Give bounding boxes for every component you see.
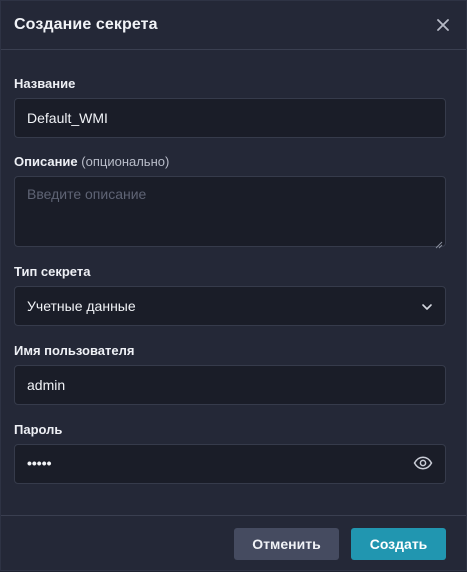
name-input[interactable]: Default_WMI	[14, 98, 446, 138]
password-masked-value: •••••	[27, 454, 52, 471]
username-input-value: admin	[27, 377, 66, 393]
dialog-footer: Отменить Создать	[1, 515, 466, 572]
username-label: Имя пользователя	[14, 343, 135, 358]
chevron-down-icon	[421, 298, 433, 314]
name-label: Название	[14, 76, 76, 91]
secret-type-value: Учетные данные	[27, 298, 136, 314]
secret-type-select[interactable]: Учетные данные	[14, 286, 446, 326]
description-textarea[interactable]: Введите описание	[14, 176, 446, 249]
description-placeholder: Введите описание	[27, 186, 147, 202]
create-secret-dialog: Создание секрета Название Default_WMI Оп…	[0, 0, 467, 571]
dialog-title: Создание секрета	[14, 16, 158, 33]
create-button[interactable]: Создать	[351, 528, 446, 560]
name-input-value: Default_WMI	[27, 110, 108, 126]
description-optional-hint: (опционально)	[81, 154, 170, 169]
dialog-header: Создание секрета	[1, 1, 466, 50]
password-input[interactable]: •••••	[14, 444, 446, 484]
password-label: Пароль	[14, 422, 63, 437]
dialog-body: Название Default_WMI Описание (опциональ…	[1, 76, 466, 484]
description-label: Описание (опционально)	[14, 154, 444, 169]
close-icon[interactable]	[434, 16, 452, 34]
secret-type-label: Тип секрета	[14, 264, 91, 279]
resize-handle-icon[interactable]	[435, 236, 443, 249]
description-label-text: Описание	[14, 154, 78, 169]
cancel-button[interactable]: Отменить	[234, 528, 339, 560]
eye-icon[interactable]	[413, 455, 433, 473]
username-input[interactable]: admin	[14, 365, 446, 405]
